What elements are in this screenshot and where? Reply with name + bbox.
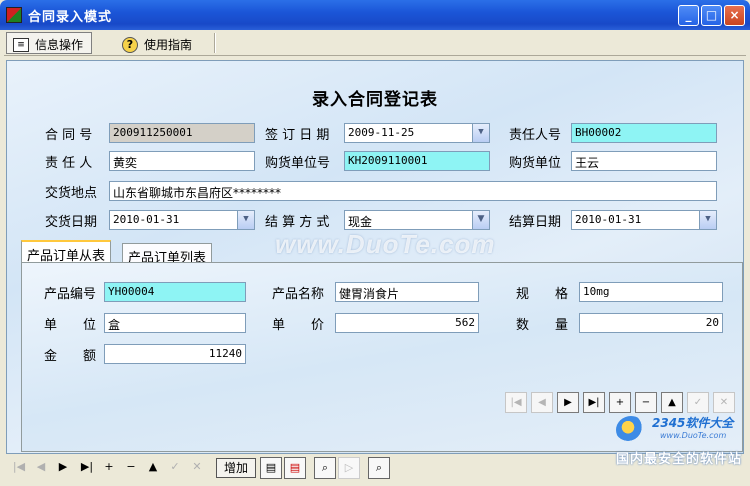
responsible-field[interactable]: 黄奕 <box>109 151 255 171</box>
chevron-down-icon[interactable]: ▼ <box>472 124 489 142</box>
edit-record-button[interactable]: ▲ <box>144 458 162 478</box>
first-record-button[interactable]: |◀ <box>505 392 527 413</box>
settle-method-select[interactable]: 现金 ▼ <box>344 210 490 230</box>
record-navigator: |◀ ◀ ▶ ▶| + − ▲ ✓ ✕ <box>505 392 735 413</box>
spec-field[interactable]: 10mg <box>579 282 723 302</box>
chevron-down-icon[interactable]: ▼ <box>699 211 716 229</box>
sign-date-label: 签 订 日 期 <box>265 128 330 143</box>
tab-user-guide[interactable]: ? 使用指南 <box>116 32 200 54</box>
help-icon: ? <box>122 36 138 53</box>
unit-label: 单 位 <box>44 318 97 333</box>
edit-record-button[interactable]: ▲ <box>661 392 683 413</box>
delivery-date-select[interactable]: 2010-01-31 ▼ <box>109 210 255 230</box>
form-title: 录入合同登记表 <box>312 90 438 110</box>
price-label: 单 价 <box>272 318 325 333</box>
prev-record-button[interactable]: ◀ <box>531 392 553 413</box>
spec-label: 规 格 <box>516 287 569 302</box>
unit-field[interactable]: 盒 <box>104 313 246 333</box>
tab-info-operation-label: 信息操作 <box>35 38 84 52</box>
delivery-place-label: 交货地点 <box>45 186 98 201</box>
amount-field[interactable]: 11240 <box>104 344 246 364</box>
add-button[interactable]: 增加 <box>216 458 256 478</box>
next-record-button[interactable]: ▶ <box>54 458 72 478</box>
quantity-label: 数 量 <box>516 318 569 333</box>
price-field[interactable]: 562 <box>335 313 479 333</box>
buyer-no-field[interactable]: KH2009110001 <box>344 151 490 171</box>
tab-user-guide-label: 使用指南 <box>144 38 193 52</box>
site-slogan: 国内最安全的软件站 <box>616 452 743 467</box>
amount-label: 金 额 <box>44 349 97 364</box>
post-record-button[interactable]: ✓ <box>687 392 709 413</box>
settle-date-select[interactable]: 2010-01-31 ▼ <box>571 210 717 230</box>
watermark: www.DuoTe.com <box>275 229 496 259</box>
settle-date-value: 2010-01-31 <box>575 213 642 226</box>
post-record-button[interactable]: ✓ <box>166 458 184 478</box>
play-icon[interactable]: ▷ <box>338 457 360 479</box>
print-preview-icon[interactable]: ▤ <box>260 457 282 479</box>
buyer-label: 购货单位 <box>509 156 562 171</box>
zoom-icon[interactable]: ⌕ <box>368 457 390 479</box>
buyer-no-label: 购货单位号 <box>265 156 331 171</box>
search-icon[interactable]: ⌕ <box>314 457 336 479</box>
last-record-button[interactable]: ▶| <box>76 458 98 478</box>
quantity-field[interactable]: 20 <box>579 313 723 333</box>
responsible-label: 责 任 人 <box>45 156 93 171</box>
tab-info-operation[interactable]: ≡ 信息操作 <box>6 32 93 54</box>
sign-date-value: 2009-11-25 <box>348 126 415 139</box>
delete-record-button[interactable]: − <box>635 392 657 413</box>
contract-no-label: 合 同 号 <box>45 128 93 143</box>
next-record-button[interactable]: ▶ <box>557 392 579 413</box>
window-title: 合同录入模式 <box>28 9 113 24</box>
tab-product-order-list[interactable]: 产品订单列表 <box>122 243 213 266</box>
chevron-down-icon[interactable]: ▼ <box>237 211 254 229</box>
settle-date-label: 结算日期 <box>509 215 562 230</box>
delivery-date-label: 交货日期 <box>45 215 98 230</box>
logo-swirl-icon <box>616 416 646 444</box>
logo-line2: www.DuoTe.com <box>660 431 727 440</box>
cancel-record-button[interactable]: ✕ <box>188 458 206 478</box>
settle-method-value: 现金 <box>348 215 373 229</box>
logo-line1: 2345软件大全 <box>652 416 734 430</box>
contract-form-panel: 录入合同登记表 合 同 号 200911250001 签 订 日 期 2009-… <box>6 60 744 454</box>
responsible-no-label: 责任人号 <box>509 128 562 143</box>
insert-record-button[interactable]: + <box>609 392 631 413</box>
cancel-record-button[interactable]: ✕ <box>713 392 735 413</box>
close-button[interactable]: × <box>724 5 745 26</box>
title-bar[interactable]: 合同录入模式 _ □ × <box>0 0 750 30</box>
prev-record-button[interactable]: ◀ <box>32 458 50 478</box>
insert-record-button[interactable]: + <box>100 458 118 478</box>
menu-bar: ≡ 信息操作 ? 使用指南 <box>4 30 746 56</box>
last-record-button[interactable]: ▶| <box>583 392 605 413</box>
delivery-date-value: 2010-01-31 <box>113 213 180 226</box>
buyer-field[interactable]: 王云 <box>571 151 717 171</box>
info-panel-icon: ≡ <box>13 37 29 52</box>
settle-method-label: 结 算 方 式 <box>265 215 330 230</box>
product-code-field[interactable]: YH00004 <box>104 282 246 302</box>
maximize-button[interactable]: □ <box>701 5 722 26</box>
contract-no-field[interactable]: 200911250001 <box>109 123 255 143</box>
sign-date-select[interactable]: 2009-11-25 ▼ <box>344 123 490 143</box>
first-record-button[interactable]: |◀ <box>10 458 28 478</box>
chevron-down-icon[interactable]: ▼ <box>472 211 489 229</box>
minimize-button[interactable]: _ <box>678 5 699 26</box>
product-code-label: 产品编号 <box>44 287 97 302</box>
product-name-field[interactable]: 健胃消食片 <box>335 282 479 302</box>
delete-record-button[interactable]: − <box>122 458 140 478</box>
delivery-place-field[interactable]: 山东省聊城市东昌府区******** <box>109 181 717 201</box>
product-name-label: 产品名称 <box>272 287 325 302</box>
print-icon[interactable]: ▤ <box>284 457 306 479</box>
toolbar-separator <box>214 33 216 53</box>
responsible-no-field[interactable]: BH00002 <box>571 123 717 143</box>
tab-product-order-detail[interactable]: 产品订单从表 <box>21 240 112 264</box>
app-icon <box>6 7 22 23</box>
